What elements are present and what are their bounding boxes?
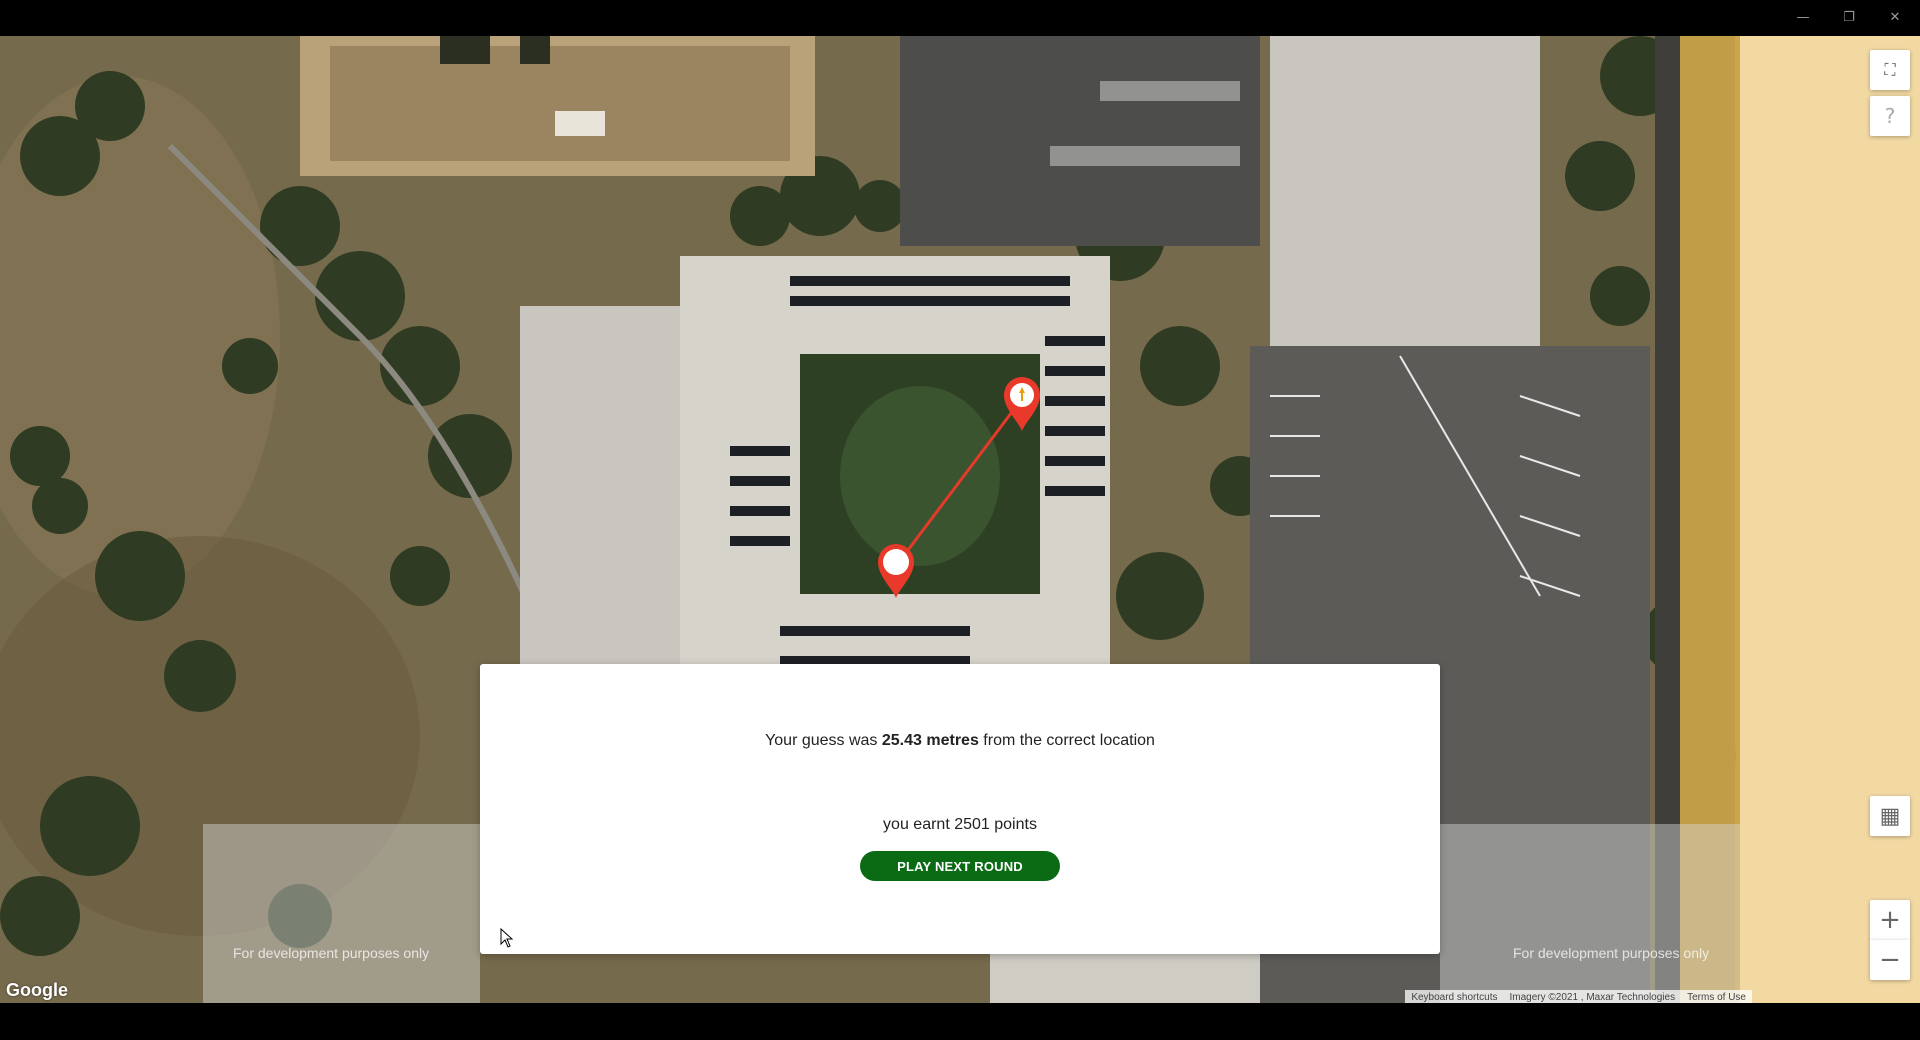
guess-distance-text: Your guess was 25.43 metres from the cor… (480, 732, 1440, 750)
zoom-in-button[interactable]: + (1870, 900, 1910, 940)
fullscreen-icon[interactable]: ⛶ (1870, 50, 1910, 90)
close-icon[interactable]: ✕ (1872, 0, 1918, 34)
correct-location-marker (1000, 373, 1044, 438)
minimize-icon[interactable]: — (1780, 0, 1826, 34)
restore-icon[interactable]: ❐ (1826, 0, 1872, 34)
dev-watermark-right (1440, 824, 1740, 1003)
google-logo: Google (6, 980, 68, 1000)
dev-watermark-text-left: For development purposes only (233, 945, 430, 961)
zoom-out-button[interactable]: − (1870, 940, 1910, 980)
dev-watermark-left (203, 824, 480, 1003)
mouse-cursor-icon (500, 928, 514, 948)
bottom-bar (0, 1003, 1920, 1040)
guess-distance-value: 25.43 metres (881, 732, 979, 749)
dev-watermark-text-right: For development purposes only (1513, 945, 1710, 961)
guess-suffix: from the correct location (978, 732, 1155, 749)
guess-prefix: Your guess was (765, 732, 882, 749)
result-panel: Your guess was 25.43 metres from the cor… (480, 664, 1440, 954)
imagery-credit: Imagery ©2021 , Maxar Technologies (1509, 991, 1676, 1003)
map-attribution: Keyboard shortcuts Imagery ©2021 , Maxar… (1405, 990, 1752, 1004)
guess-marker (874, 540, 918, 605)
help-icon[interactable]: ? (1870, 96, 1910, 136)
window-titlebar: — ❐ ✕ (0, 0, 1920, 36)
layers-icon[interactable]: ▦ (1870, 796, 1910, 836)
terms-link[interactable]: Terms of Use (1687, 992, 1746, 1003)
play-next-round-button[interactable]: PLAY NEXT ROUND (860, 851, 1060, 881)
keyboard-shortcuts-link[interactable]: Keyboard shortcuts (1411, 992, 1497, 1003)
points-earned-text: you earnt 2501 points (883, 816, 1037, 833)
